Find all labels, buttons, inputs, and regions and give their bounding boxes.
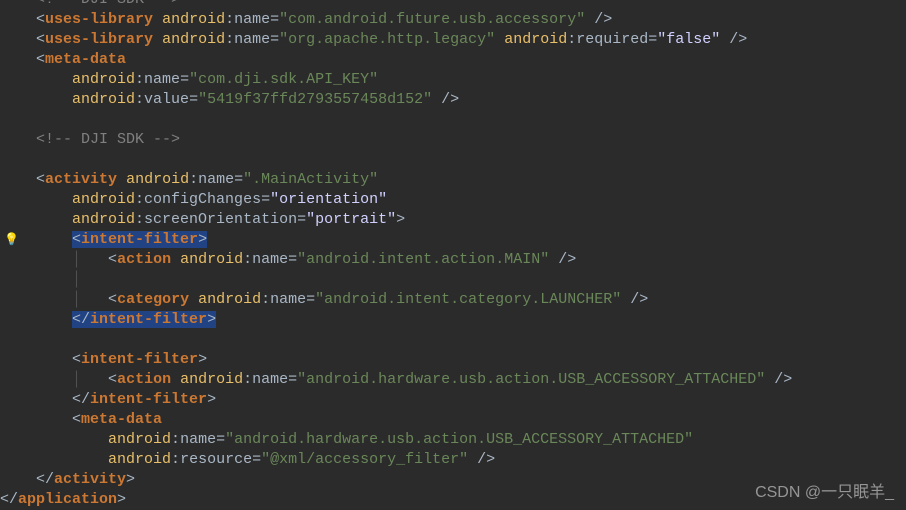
code-line: android:configChanges="orientation" <box>0 190 792 210</box>
code-line: │ <category android:name="android.intent… <box>0 290 792 310</box>
code-line: <uses-library android:name="org.apache.h… <box>0 30 792 50</box>
code-line: </activity> <box>0 470 792 490</box>
code-line: <intent-filter> <box>0 350 792 370</box>
code-line: <meta-data <box>0 410 792 430</box>
code-line: <uses-library android:name="com.android.… <box>0 10 792 30</box>
code-line: </application> <box>0 490 792 510</box>
code-line <box>0 150 792 170</box>
code-line: │ <action android:name="android.hardware… <box>0 370 792 390</box>
csdn-watermark: CSDN @一只眠羊_ <box>755 483 894 503</box>
code-line: <!-- DJI SDK --> <box>0 0 792 10</box>
code-line: <!-- DJI SDK --> <box>0 130 792 150</box>
code-line: android:name="com.dji.sdk.API_KEY" <box>0 70 792 90</box>
code-line: <activity android:name=".MainActivity" <box>0 170 792 190</box>
code-line: <intent-filter> <box>0 230 792 250</box>
code-line: android:resource="@xml/accessory_filter"… <box>0 450 792 470</box>
code-line: android:value="5419f37ffd2793557458d152"… <box>0 90 792 110</box>
code-line: </intent-filter> <box>0 390 792 410</box>
code-line <box>0 330 792 350</box>
code-line: android:screenOrientation="portrait"> <box>0 210 792 230</box>
code-line: │ <box>0 270 792 290</box>
code-editor-content[interactable]: <!-- DJI SDK --> <uses-library android:n… <box>0 0 792 510</box>
code-line: </intent-filter> <box>0 310 792 330</box>
code-line: <meta-data <box>0 50 792 70</box>
code-line: android:name="android.hardware.usb.actio… <box>0 430 792 450</box>
code-line: │ <action android:name="android.intent.a… <box>0 250 792 270</box>
code-line <box>0 110 792 130</box>
